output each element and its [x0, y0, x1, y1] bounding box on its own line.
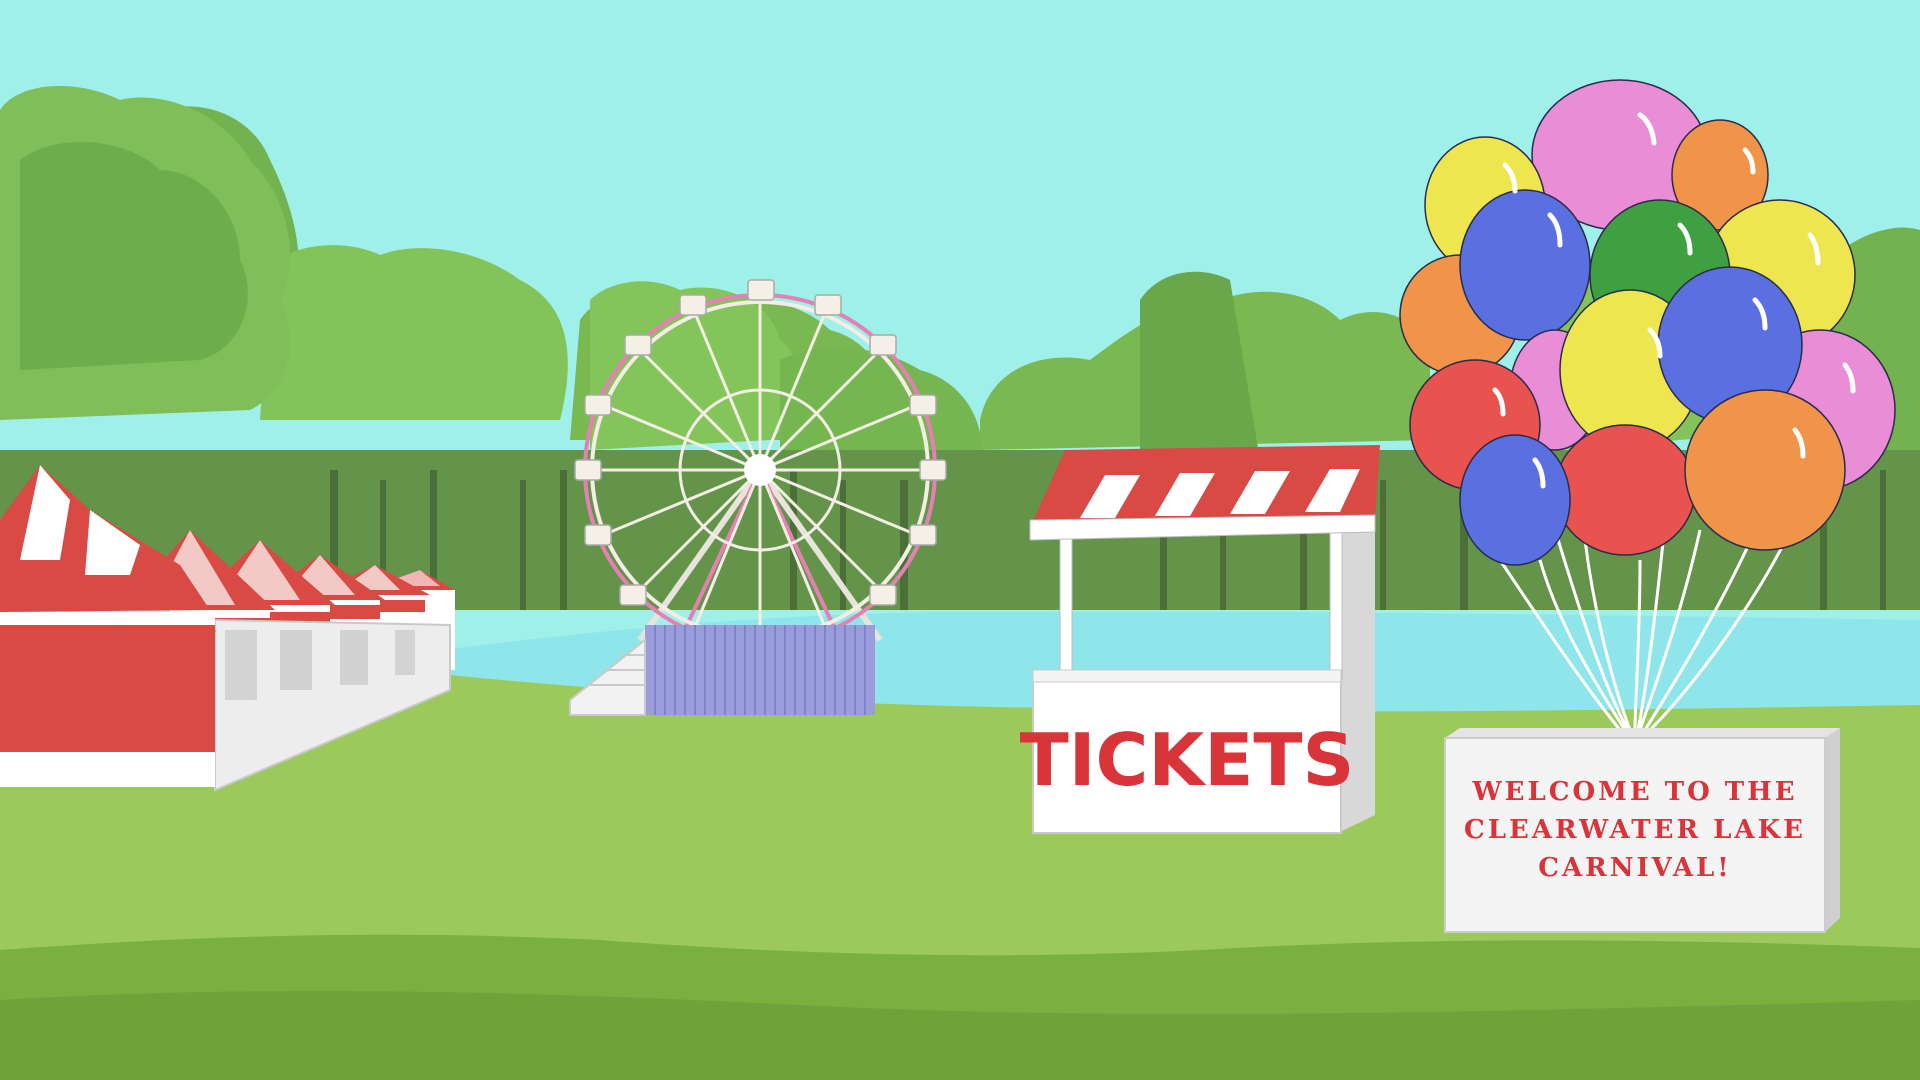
carnival-scene: TICKETS WELCOME TO THE CLEARWATER LAKE C…: [0, 0, 1920, 1080]
welcome-line-2: CLEARWATER LAKE: [1464, 815, 1806, 845]
tickets-label: TICKETS: [1020, 718, 1355, 802]
welcome-line-1: WELCOME TO THE: [1471, 777, 1797, 807]
welcome-line-3: CARNIVAL!: [1538, 853, 1731, 883]
welcome-sign: WELCOME TO THE CLEARWATER LAKE CARNIVAL!: [1444, 728, 1840, 933]
